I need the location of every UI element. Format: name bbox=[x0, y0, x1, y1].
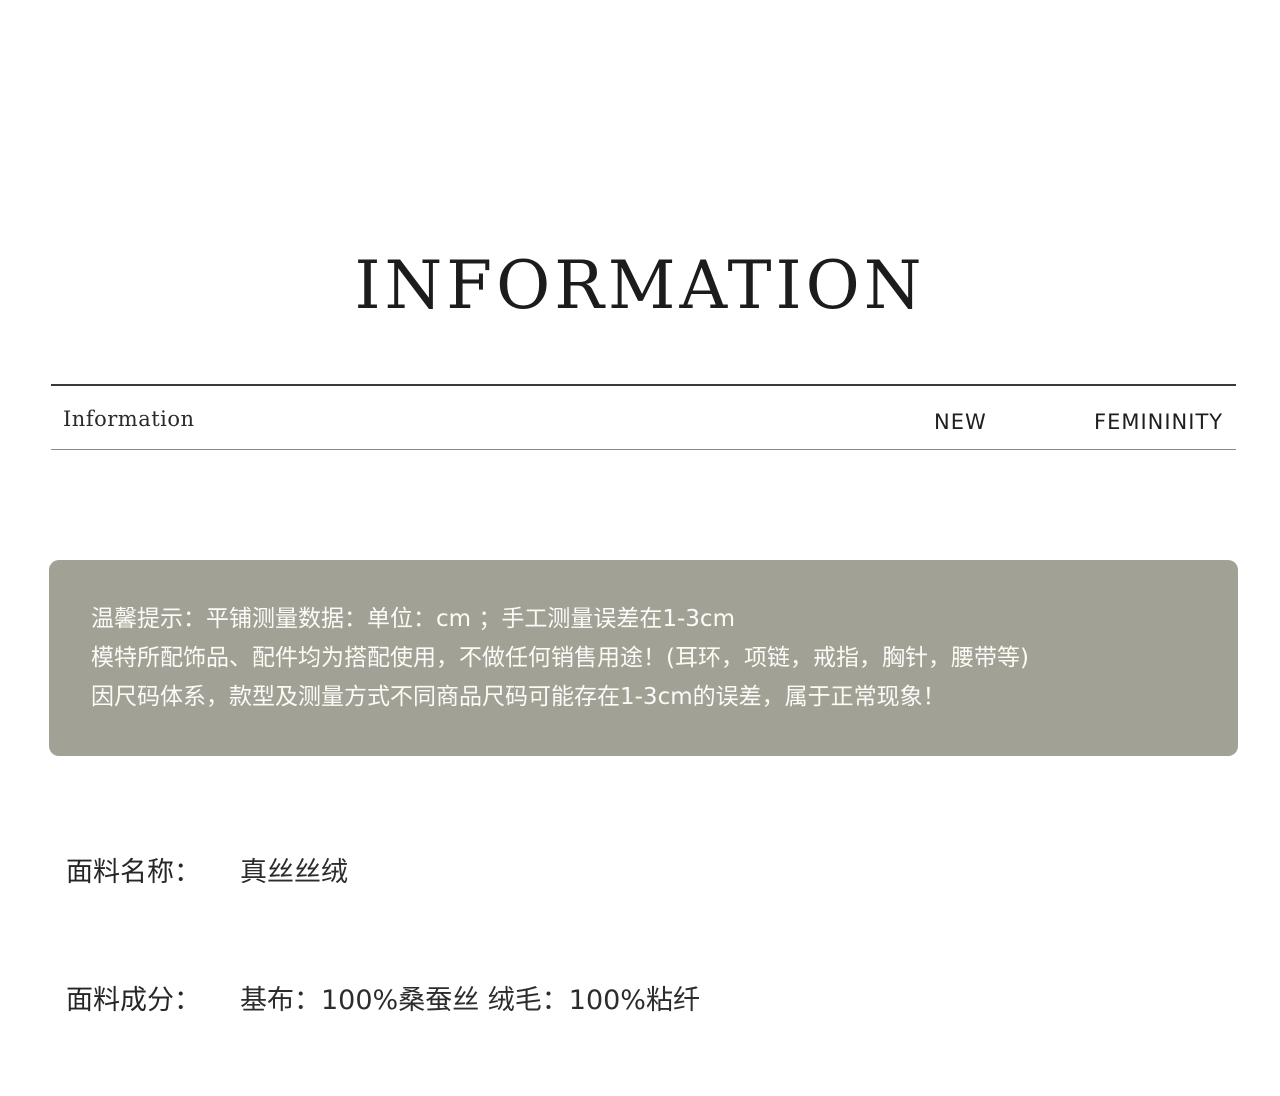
notice-line-accessories: 模特所配饰品、配件均为搭配使用，不做任何销售用途！(耳环，项链，戒指，胸针，腰带… bbox=[91, 645, 1029, 671]
fabric-composition-value: 基布：100%桑蚕丝 绒毛：100%粘纤 bbox=[240, 985, 700, 1016]
section-bar-left-label: Information bbox=[63, 407, 195, 431]
notice-box: 温馨提示：平铺测量数据：单位：cm ；手工测量误差在1-3cm 模特所配饰品、配… bbox=[49, 560, 1238, 756]
section-bar-femininity-label: FEMININITY bbox=[1094, 410, 1224, 434]
top-divider bbox=[51, 384, 1236, 386]
page-title: INFORMATION bbox=[354, 247, 926, 324]
section-bar-new-label: NEW bbox=[934, 410, 987, 434]
bottom-divider bbox=[51, 449, 1236, 450]
notice-line-measurement: 温馨提示：平铺测量数据：单位：cm ；手工测量误差在1-3cm bbox=[91, 606, 735, 632]
fabric-composition-label: 面料成分： bbox=[66, 985, 201, 1016]
fabric-name-value: 真丝丝绒 bbox=[240, 857, 348, 888]
notice-line-size-error: 因尺码体系，款型及测量方式不同商品尺码可能存在1-3cm的误差，属于正常现象！ bbox=[91, 684, 946, 710]
fabric-name-label: 面料名称： bbox=[66, 857, 201, 888]
